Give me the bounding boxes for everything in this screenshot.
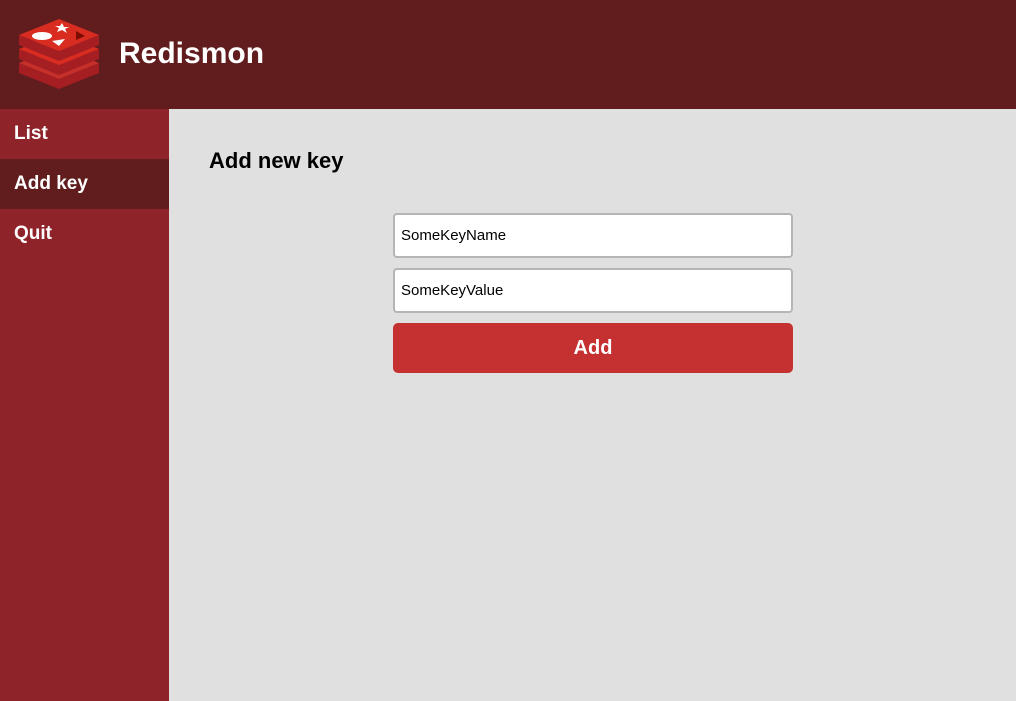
key-name-input[interactable] [393,213,793,258]
sidebar-item-quit[interactable]: Quit [0,209,169,259]
app-header: Redismon [0,0,1016,109]
sidebar-item-add-key[interactable]: Add key [0,159,169,209]
add-button[interactable]: Add [393,323,793,373]
app-title: Redismon [119,37,265,70]
sidebar: List Add key Quit [0,109,169,701]
key-value-input[interactable] [393,268,793,313]
main-content: Add new key Add [169,109,1016,701]
add-key-form: Add [393,213,793,373]
page-title: Add new key [209,148,344,173]
sidebar-item-list[interactable]: List [0,109,169,159]
redis-logo-icon [18,19,100,91]
